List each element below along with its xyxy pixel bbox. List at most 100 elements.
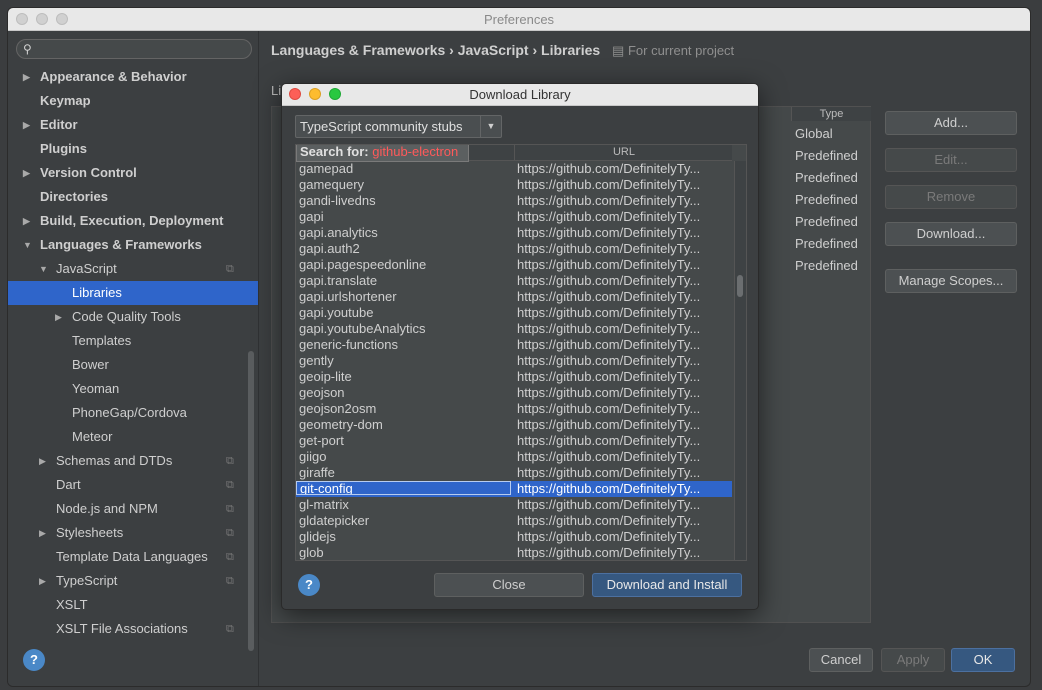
sidebar-scrollbar[interactable] [248,351,254,651]
library-row[interactable]: geojson2osm https://github.com/Definitely… [296,401,732,417]
library-row[interactable]: get-port https://github.com/DefinitelyTy.… [296,433,732,449]
library-row[interactable]: gamequery https://github.com/DefinitelyTy… [296,177,732,193]
library-type-cell[interactable]: Predefined [795,236,858,251]
sidebar-item[interactable]: Yeoman [8,377,258,401]
sidebar-item-label: Dart [56,477,81,492]
type-column-header[interactable]: Type [791,107,871,121]
expand-down-icon[interactable]: ▼ [39,257,48,281]
cancel-button[interactable]: Cancel [809,648,873,672]
sidebar-item[interactable]: Node.js and NPM ⧉ [8,497,258,521]
library-type-cell[interactable]: Predefined [795,214,858,229]
library-row[interactable]: gapi.pagespeedonline https://github.com/D… [296,257,732,273]
library-name-cell: get-port [299,433,344,448]
expand-right-icon[interactable]: ▶ [23,209,30,233]
library-row[interactable]: geoip-lite https://github.com/DefinitelyT… [296,369,732,385]
library-row[interactable]: generic-functions https://github.com/Defi… [296,337,732,353]
sidebar-item[interactable]: ▼ JavaScript ⧉ [8,257,258,281]
library-row[interactable]: gandi-livedns https://github.com/Definite… [296,193,732,209]
library-row[interactable]: gapi.youtubeAnalytics https://github.com/… [296,321,732,337]
sidebar-item[interactable]: Template Data Languages ⧉ [8,545,258,569]
close-button[interactable]: Close [434,573,584,597]
library-row[interactable]: geojson https://github.com/DefinitelyTy..… [296,385,732,401]
library-url-cell: https://github.com/DefinitelyTy... [517,337,701,352]
sidebar-item[interactable]: Dart ⧉ [8,473,258,497]
expand-right-icon[interactable]: ▶ [23,65,30,89]
expand-right-icon[interactable]: ▶ [23,161,30,185]
library-row[interactable]: geometry-dom https://github.com/Definitel… [296,417,732,433]
library-list-scrollbar[interactable] [734,161,746,560]
sidebar-item[interactable]: XSLT File Associations ⧉ [8,617,258,641]
dialog-title: Download Library [469,87,571,102]
sidebar-item-label: Build, Execution, Deployment [40,213,224,228]
library-row[interactable]: gl-matrix https://github.com/DefinitelyTy… [296,497,732,513]
apply-button[interactable]: Apply [881,648,945,672]
library-row[interactable]: git-config https://github.com/DefinitelyT… [296,481,732,497]
settings-search-input[interactable]: ⚲ [16,39,252,59]
library-url-cell: https://github.com/DefinitelyTy... [517,209,701,224]
expand-right-icon[interactable]: ▶ [39,521,46,545]
expand-right-icon[interactable]: ▶ [39,569,46,593]
sidebar-item[interactable]: ▶ Build, Execution, Deployment [8,209,258,233]
expand-right-icon[interactable]: ▶ [39,449,46,473]
library-row[interactable]: glob https://github.com/DefinitelyTy... [296,545,732,560]
download-library-dialog: Download Library TypeScript community st… [281,83,759,610]
library-row[interactable]: gapi.analytics https://github.com/Definit… [296,225,732,241]
search-query: github-electron [372,144,459,159]
library-name-cell: geojson [299,385,345,400]
library-row[interactable]: gapi.translate https://github.com/Definit… [296,273,732,289]
expand-right-icon[interactable]: ▶ [55,305,62,329]
sidebar-item[interactable]: ▼ Languages & Frameworks [8,233,258,257]
remove-button[interactable]: Remove [885,185,1017,209]
sidebar-item[interactable]: ▶ Code Quality Tools [8,305,258,329]
download-button[interactable]: Download... [885,222,1017,246]
sidebar-item[interactable]: ▶ Schemas and DTDs ⧉ [8,449,258,473]
chevron-down-icon[interactable]: ▼ [480,116,501,137]
speed-search-popup: Search for: github-electron [296,144,470,162]
library-row[interactable]: gently https://github.com/DefinitelyTy... [296,353,732,369]
add-button[interactable]: Add... [885,111,1017,135]
library-type-cell[interactable]: Predefined [795,258,858,273]
sidebar-item[interactable]: Plugins [8,137,258,161]
sidebar-item[interactable]: Libraries [8,281,258,305]
sidebar-item[interactable]: Keymap [8,89,258,113]
manage-scopes-button[interactable]: Manage Scopes... [885,269,1017,293]
library-row[interactable]: giigo https://github.com/DefinitelyTy... [296,449,732,465]
sidebar-item[interactable]: PhoneGap/Cordova [8,401,258,425]
library-list[interactable]: URL gamepad https://github.com/Definitely… [295,144,747,561]
library-url-cell: https://github.com/DefinitelyTy... [517,369,701,384]
sidebar-item[interactable]: ▶ Stylesheets ⧉ [8,521,258,545]
library-row[interactable]: gapi.youtube https://github.com/Definitel… [296,305,732,321]
sidebar-item[interactable]: XSLT [8,593,258,617]
library-type-cell[interactable]: Predefined [795,192,858,207]
library-row[interactable]: gapi.urlshortener https://github.com/Defi… [296,289,732,305]
expand-right-icon[interactable]: ▶ [23,113,30,137]
help-icon[interactable]: ? [23,649,45,671]
library-name-cell: gapi.youtube [299,305,374,320]
edit-button[interactable]: Edit... [885,148,1017,172]
sidebar-item[interactable]: Bower [8,353,258,377]
ok-button[interactable]: OK [951,648,1015,672]
library-name-cell: git-config [296,481,511,495]
sidebar-item[interactable]: ▶ Editor [8,113,258,137]
library-type-cell[interactable]: Predefined [795,148,858,163]
sidebar-item[interactable]: Directories [8,185,258,209]
sidebar-item[interactable]: ▶ TypeScript ⧉ [8,569,258,593]
library-source-select[interactable]: TypeScript community stubs ▼ [295,115,502,138]
library-row[interactable]: glidejs https://github.com/DefinitelyTy..… [296,529,732,545]
library-row[interactable]: gapi https://github.com/DefinitelyTy... [296,209,732,225]
download-and-install-button[interactable]: Download and Install [592,573,742,597]
sidebar-item[interactable]: Templates [8,329,258,353]
dialog-help-icon[interactable]: ? [298,574,320,596]
expand-down-icon[interactable]: ▼ [23,233,32,257]
url-column-header[interactable]: URL [514,145,733,160]
library-row[interactable]: gamepad https://github.com/DefinitelyTy..… [296,161,732,177]
library-row[interactable]: giraffe https://github.com/DefinitelyTy..… [296,465,732,481]
library-row[interactable]: gapi.auth2 https://github.com/DefinitelyT… [296,241,732,257]
scrollbar-thumb[interactable] [737,275,743,297]
library-type-cell[interactable]: Global [795,126,833,141]
sidebar-item[interactable]: ▶ Version Control [8,161,258,185]
library-row[interactable]: gldatepicker https://github.com/Definitel… [296,513,732,529]
library-type-cell[interactable]: Predefined [795,170,858,185]
sidebar-item[interactable]: Meteor [8,425,258,449]
sidebar-item[interactable]: ▶ Appearance & Behavior [8,65,258,89]
